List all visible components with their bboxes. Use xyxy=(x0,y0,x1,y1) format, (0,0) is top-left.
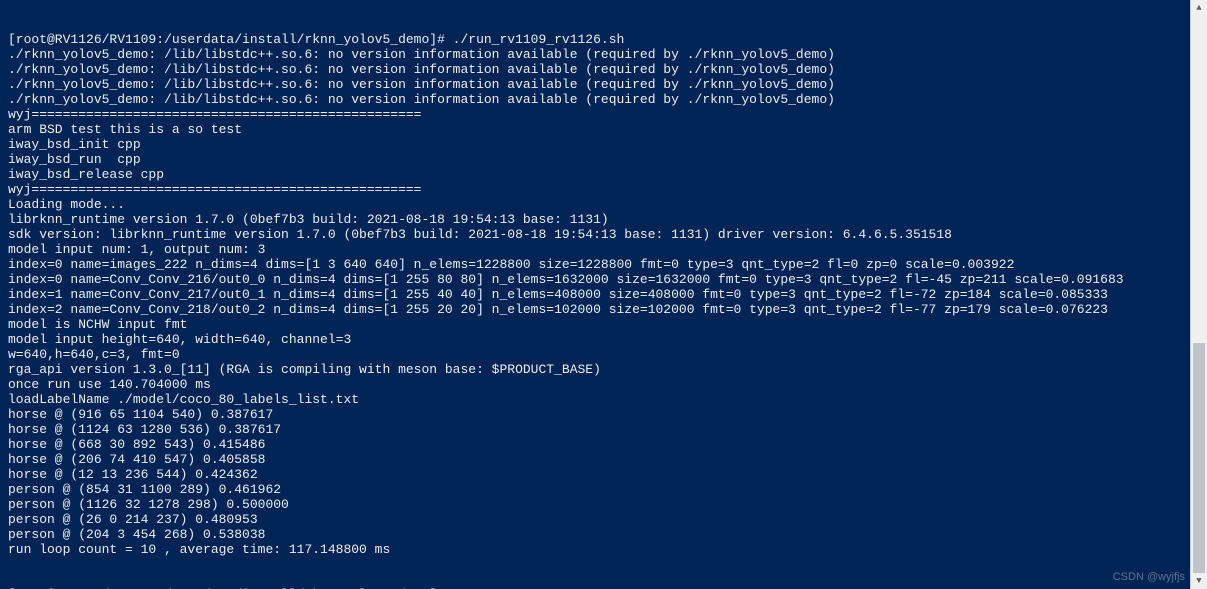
scroll-down-button[interactable]: ▼ xyxy=(1191,573,1207,589)
terminal-output[interactable]: [root@RV1126/RV1109:/userdata/install/rk… xyxy=(0,0,1207,589)
terminal-line: index=1 name=Conv_Conv_217/out0_1 n_dims… xyxy=(8,287,1203,302)
scrollbar-thumb[interactable] xyxy=(1193,343,1205,573)
terminal-line: run loop count = 10 , average time: 117.… xyxy=(8,542,1203,557)
terminal-line: ./rknn_yolov5_demo: /lib/libstdc++.so.6:… xyxy=(8,62,1203,77)
terminal-line: ./rknn_yolov5_demo: /lib/libstdc++.so.6:… xyxy=(8,92,1203,107)
terminal-line: Loading mode... xyxy=(8,197,1203,212)
terminal-line: once run use 140.704000 ms xyxy=(8,377,1203,392)
terminal-line: index=2 name=Conv_Conv_218/out0_2 n_dims… xyxy=(8,302,1203,317)
terminal-line: loadLabelName ./model/coco_80_labels_lis… xyxy=(8,392,1203,407)
terminal-line: wyj=====================================… xyxy=(8,182,1203,197)
terminal-line: [root@RV1126/RV1109:/userdata/install/rk… xyxy=(8,32,1203,47)
terminal-line: iway_bsd_release cpp xyxy=(8,167,1203,182)
terminal-line: arm BSD test this is a so test xyxy=(8,122,1203,137)
terminal-line: iway_bsd_run cpp xyxy=(8,152,1203,167)
terminal-line: model input height=640, width=640, chann… xyxy=(8,332,1203,347)
terminal-line: person @ (1126 32 1278 298) 0.500000 xyxy=(8,497,1203,512)
scrollbar-track[interactable] xyxy=(1191,16,1207,573)
terminal-line: librknn_runtime version 1.7.0 (0bef7b3 b… xyxy=(8,212,1203,227)
scroll-up-button[interactable]: ▲ xyxy=(1191,0,1207,16)
terminal-line: wyj=====================================… xyxy=(8,107,1203,122)
terminal-line: index=0 name=images_222 n_dims=4 dims=[1… xyxy=(8,257,1203,272)
terminal-line: rga_api version 1.3.0_[11] (RGA is compi… xyxy=(8,362,1203,377)
terminal-line: sdk version: librknn_runtime version 1.7… xyxy=(8,227,1203,242)
terminal-line: horse @ (916 65 1104 540) 0.387617 xyxy=(8,407,1203,422)
terminal-line: index=0 name=Conv_Conv_216/out0_0 n_dims… xyxy=(8,272,1203,287)
terminal-line: model input num: 1, output num: 3 xyxy=(8,242,1203,257)
terminal-line: person @ (26 0 214 237) 0.480953 xyxy=(8,512,1203,527)
terminal-line: horse @ (206 74 410 547) 0.405858 xyxy=(8,452,1203,467)
terminal-line: ./rknn_yolov5_demo: /lib/libstdc++.so.6:… xyxy=(8,47,1203,62)
terminal-line: horse @ (668 30 892 543) 0.415486 xyxy=(8,437,1203,452)
terminal-line: ./rknn_yolov5_demo: /lib/libstdc++.so.6:… xyxy=(8,77,1203,92)
terminal-line: person @ (204 3 454 268) 0.538038 xyxy=(8,527,1203,542)
vertical-scrollbar[interactable]: ▲ ▼ xyxy=(1190,0,1207,589)
terminal-line: iway_bsd_init cpp xyxy=(8,137,1203,152)
terminal-line: horse @ (12 13 236 544) 0.424362 xyxy=(8,467,1203,482)
terminal-line: w=640,h=640,c=3, fmt=0 xyxy=(8,347,1203,362)
terminal-line: model is NCHW input fmt xyxy=(8,317,1203,332)
terminal-line: person @ (854 31 1100 289) 0.461962 xyxy=(8,482,1203,497)
terminal-line: horse @ (1124 63 1280 536) 0.387617 xyxy=(8,422,1203,437)
